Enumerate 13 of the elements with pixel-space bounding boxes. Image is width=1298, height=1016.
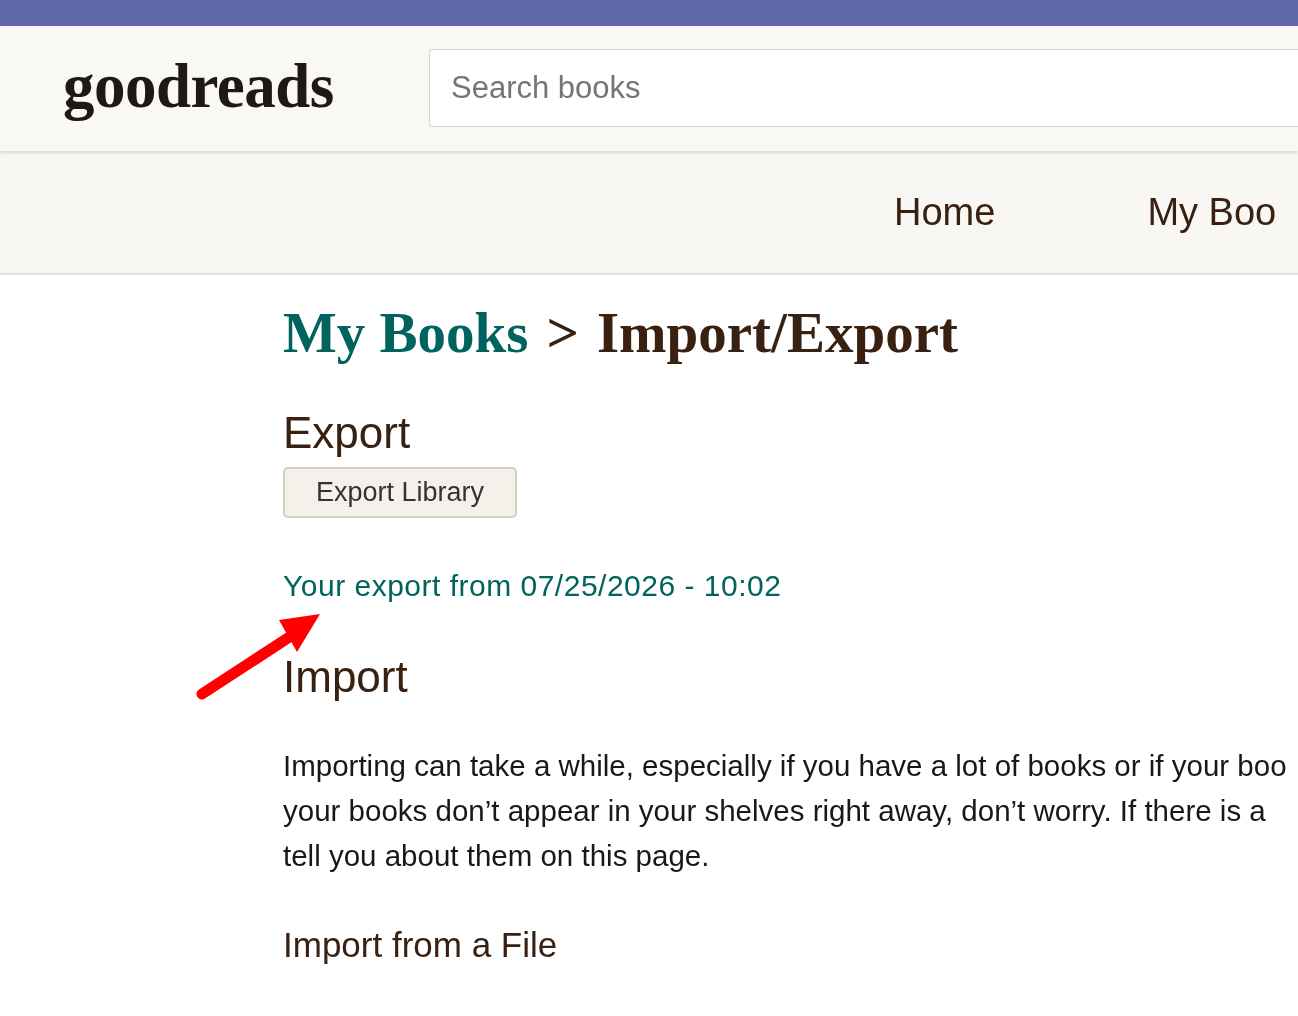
subsection-heading: Import from a File (283, 925, 558, 965)
export-library-button[interactable]: Export Library (283, 467, 517, 518)
breadcrumb-separator: > (546, 303, 579, 363)
nav-link[interactable]: Home (894, 189, 996, 235)
goodreads-logo[interactable]: goodreads (63, 53, 334, 124)
breadcrumb-link[interactable]: My Books (283, 303, 529, 363)
import-description: Importing can take a while, especially if you have a lot of books or if your boo your books don’t appear in your shelves right away, don’t worry. If there is a tell you about them on this page. (283, 748, 1287, 874)
nav-link[interactable]: My Boo (1147, 189, 1277, 235)
section-heading: Import (283, 651, 408, 703)
search-field[interactable]: Search books (429, 48, 1298, 127)
page-title: Import/Export (596, 303, 958, 363)
section-heading: Export (283, 407, 411, 459)
export-link[interactable]: Your export from 07/25/2026 - 10:02 (283, 568, 782, 604)
